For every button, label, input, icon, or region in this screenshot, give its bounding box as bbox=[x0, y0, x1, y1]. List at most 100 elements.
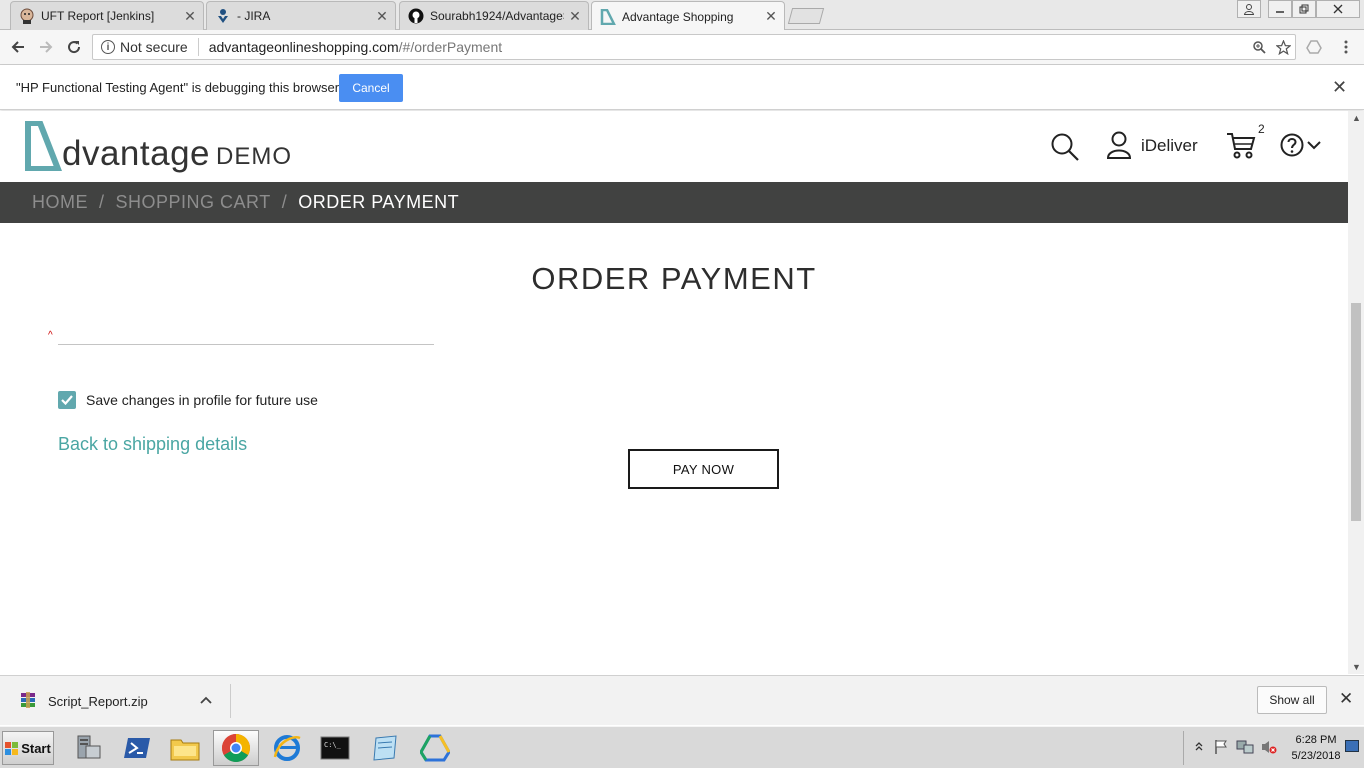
breadcrumb-separator: / bbox=[99, 192, 105, 212]
close-icon[interactable]: ✕ bbox=[1339, 689, 1353, 709]
show-desktop-icon[interactable] bbox=[1345, 740, 1359, 752]
address-bar[interactable]: i Not secure advantageonlineshopping.com… bbox=[92, 34, 1296, 60]
scroll-up-icon[interactable]: ▲ bbox=[1352, 113, 1361, 123]
tab-github[interactable]: Sourabh1924/AdvantageSh ✕ bbox=[399, 1, 589, 30]
close-icon[interactable]: ✕ bbox=[375, 8, 389, 25]
drive-extension-icon[interactable] bbox=[1304, 37, 1324, 57]
command-prompt-icon[interactable]: C:\_ bbox=[312, 730, 358, 766]
volume-muted-icon[interactable] bbox=[1260, 739, 1278, 758]
divider bbox=[230, 684, 231, 718]
back-arrow-icon[interactable] bbox=[8, 37, 28, 57]
close-icon[interactable]: ✕ bbox=[1332, 77, 1347, 98]
required-marker: ^ bbox=[48, 330, 53, 341]
clock-date: 5/23/2018 bbox=[1291, 750, 1341, 762]
tab-title: UFT Report [Jenkins] bbox=[41, 9, 155, 23]
chevron-up-icon[interactable] bbox=[200, 693, 212, 707]
system-clock[interactable]: 6:28 PM 5/23/2018 bbox=[1286, 732, 1346, 764]
scroll-down-icon[interactable]: ▼ bbox=[1352, 662, 1361, 672]
bookmark-star-icon[interactable] bbox=[1271, 39, 1295, 55]
tab-advantage-shopping[interactable]: Advantage Shopping ✕ bbox=[591, 1, 785, 31]
url-text[interactable]: advantageonlineshopping.com/#/orderPayme… bbox=[209, 39, 1247, 55]
svg-text:C:\_: C:\_ bbox=[324, 741, 342, 749]
tab-title: Sourabh1924/AdvantageSh bbox=[430, 9, 564, 23]
download-file-name[interactable]: Script_Report.zip bbox=[48, 694, 148, 709]
reload-icon[interactable] bbox=[64, 37, 84, 57]
info-icon[interactable]: i bbox=[101, 40, 115, 54]
help-icon[interactable] bbox=[1280, 133, 1304, 157]
divider bbox=[1183, 731, 1184, 765]
show-all-button[interactable]: Show all bbox=[1257, 686, 1327, 714]
breadcrumb-shopping-cart[interactable]: SHOPPING CART bbox=[116, 192, 271, 213]
close-icon[interactable]: ✕ bbox=[764, 8, 778, 25]
back-to-shipping-link[interactable]: Back to shipping details bbox=[58, 434, 247, 455]
logo-demo: DEMO bbox=[216, 143, 293, 170]
url-host: advantageonlineshopping.com bbox=[208, 39, 399, 55]
page-scrollbar[interactable]: ▲ ▼ bbox=[1348, 111, 1364, 674]
url-path: /#/orderPayment bbox=[398, 39, 503, 55]
windows-taskbar: Start C:\_ 6:28 PM 5/23/2018 bbox=[0, 726, 1364, 768]
advantage-icon bbox=[600, 8, 616, 25]
logo-word: dvantage bbox=[62, 134, 211, 173]
pay-now-button[interactable]: PAY NOW bbox=[628, 449, 779, 489]
search-icon[interactable] bbox=[1050, 132, 1080, 162]
jira-icon bbox=[218, 9, 228, 23]
breadcrumb-current: ORDER PAYMENT bbox=[298, 192, 460, 212]
security-label: Not secure bbox=[120, 39, 188, 55]
page-title: ORDER PAYMENT bbox=[531, 261, 817, 296]
server-manager-icon[interactable] bbox=[64, 730, 110, 766]
windows-logo-icon bbox=[5, 741, 19, 755]
restore-button[interactable] bbox=[1292, 0, 1316, 18]
download-shelf: Script_Report.zip Show all ✕ bbox=[0, 675, 1364, 725]
network-icon[interactable] bbox=[1236, 739, 1254, 758]
checkmark-icon bbox=[61, 395, 73, 405]
breadcrumb-home[interactable]: HOME bbox=[32, 192, 88, 213]
user-icon[interactable] bbox=[1106, 131, 1132, 159]
new-tab-button[interactable] bbox=[787, 8, 825, 24]
github-icon bbox=[408, 8, 424, 24]
logo[interactable]: dvantage DEMO bbox=[24, 121, 292, 171]
breadcrumb: HOME / SHOPPING CART / ORDER PAYMENT bbox=[0, 182, 1348, 223]
debug-infobar: "HP Functional Testing Agent" is debuggi… bbox=[0, 65, 1364, 110]
internet-explorer-icon[interactable] bbox=[264, 730, 310, 766]
action-center-flag-icon[interactable] bbox=[1213, 739, 1229, 758]
zip-archive-icon bbox=[21, 692, 35, 708]
profile-icon[interactable] bbox=[1237, 0, 1261, 18]
start-label: Start bbox=[21, 740, 51, 756]
file-explorer-icon[interactable] bbox=[162, 730, 208, 766]
window-close-button[interactable] bbox=[1316, 0, 1360, 18]
browser-toolbar: i Not secure advantageonlineshopping.com… bbox=[0, 30, 1364, 65]
start-button[interactable]: Start bbox=[2, 731, 54, 765]
close-icon[interactable]: ✕ bbox=[568, 8, 582, 25]
divider bbox=[197, 38, 199, 56]
scroll-thumb[interactable] bbox=[1351, 303, 1361, 521]
breadcrumb-separator: / bbox=[281, 192, 288, 212]
jenkins-icon bbox=[20, 8, 34, 24]
google-drive-icon[interactable] bbox=[412, 730, 458, 766]
username[interactable]: iDeliver bbox=[1141, 136, 1198, 156]
zoom-icon[interactable] bbox=[1247, 40, 1271, 54]
browser-tab-strip: UFT Report [Jenkins] ✕ - JIRA ✕ Sourabh1… bbox=[0, 0, 1364, 31]
tray-expand-icon[interactable] bbox=[1195, 739, 1203, 754]
menu-kebab-icon[interactable] bbox=[1336, 37, 1356, 57]
close-icon[interactable]: ✕ bbox=[183, 8, 197, 25]
payment-field[interactable] bbox=[58, 344, 434, 345]
tab-title: - JIRA bbox=[237, 9, 271, 23]
save-profile-label[interactable]: Save changes in profile for future use bbox=[86, 392, 318, 408]
notepad-icon[interactable] bbox=[362, 730, 408, 766]
save-profile-checkbox[interactable] bbox=[58, 391, 76, 409]
chevron-down-icon[interactable] bbox=[1307, 138, 1321, 152]
clock-time: 6:28 PM bbox=[1295, 734, 1337, 746]
forward-arrow-icon[interactable] bbox=[36, 37, 56, 57]
cart-icon[interactable] bbox=[1226, 131, 1256, 159]
infobar-message: "HP Functional Testing Agent" is debuggi… bbox=[16, 80, 340, 95]
advantage-logo-mark bbox=[25, 121, 62, 171]
minimize-button[interactable] bbox=[1268, 0, 1292, 18]
cart-count-badge: 2 bbox=[1258, 122, 1265, 136]
tab-jira[interactable]: - JIRA ✕ bbox=[206, 1, 396, 30]
tab-uft-report[interactable]: UFT Report [Jenkins] ✕ bbox=[10, 1, 204, 30]
powershell-icon[interactable] bbox=[114, 730, 160, 766]
cancel-button[interactable]: Cancel bbox=[339, 74, 403, 102]
chrome-icon[interactable] bbox=[213, 730, 259, 766]
page-content: dvantage DEMO iDeliver 2 HOME / SHOPPING… bbox=[0, 111, 1348, 674]
tab-title: Advantage Shopping bbox=[622, 9, 734, 24]
